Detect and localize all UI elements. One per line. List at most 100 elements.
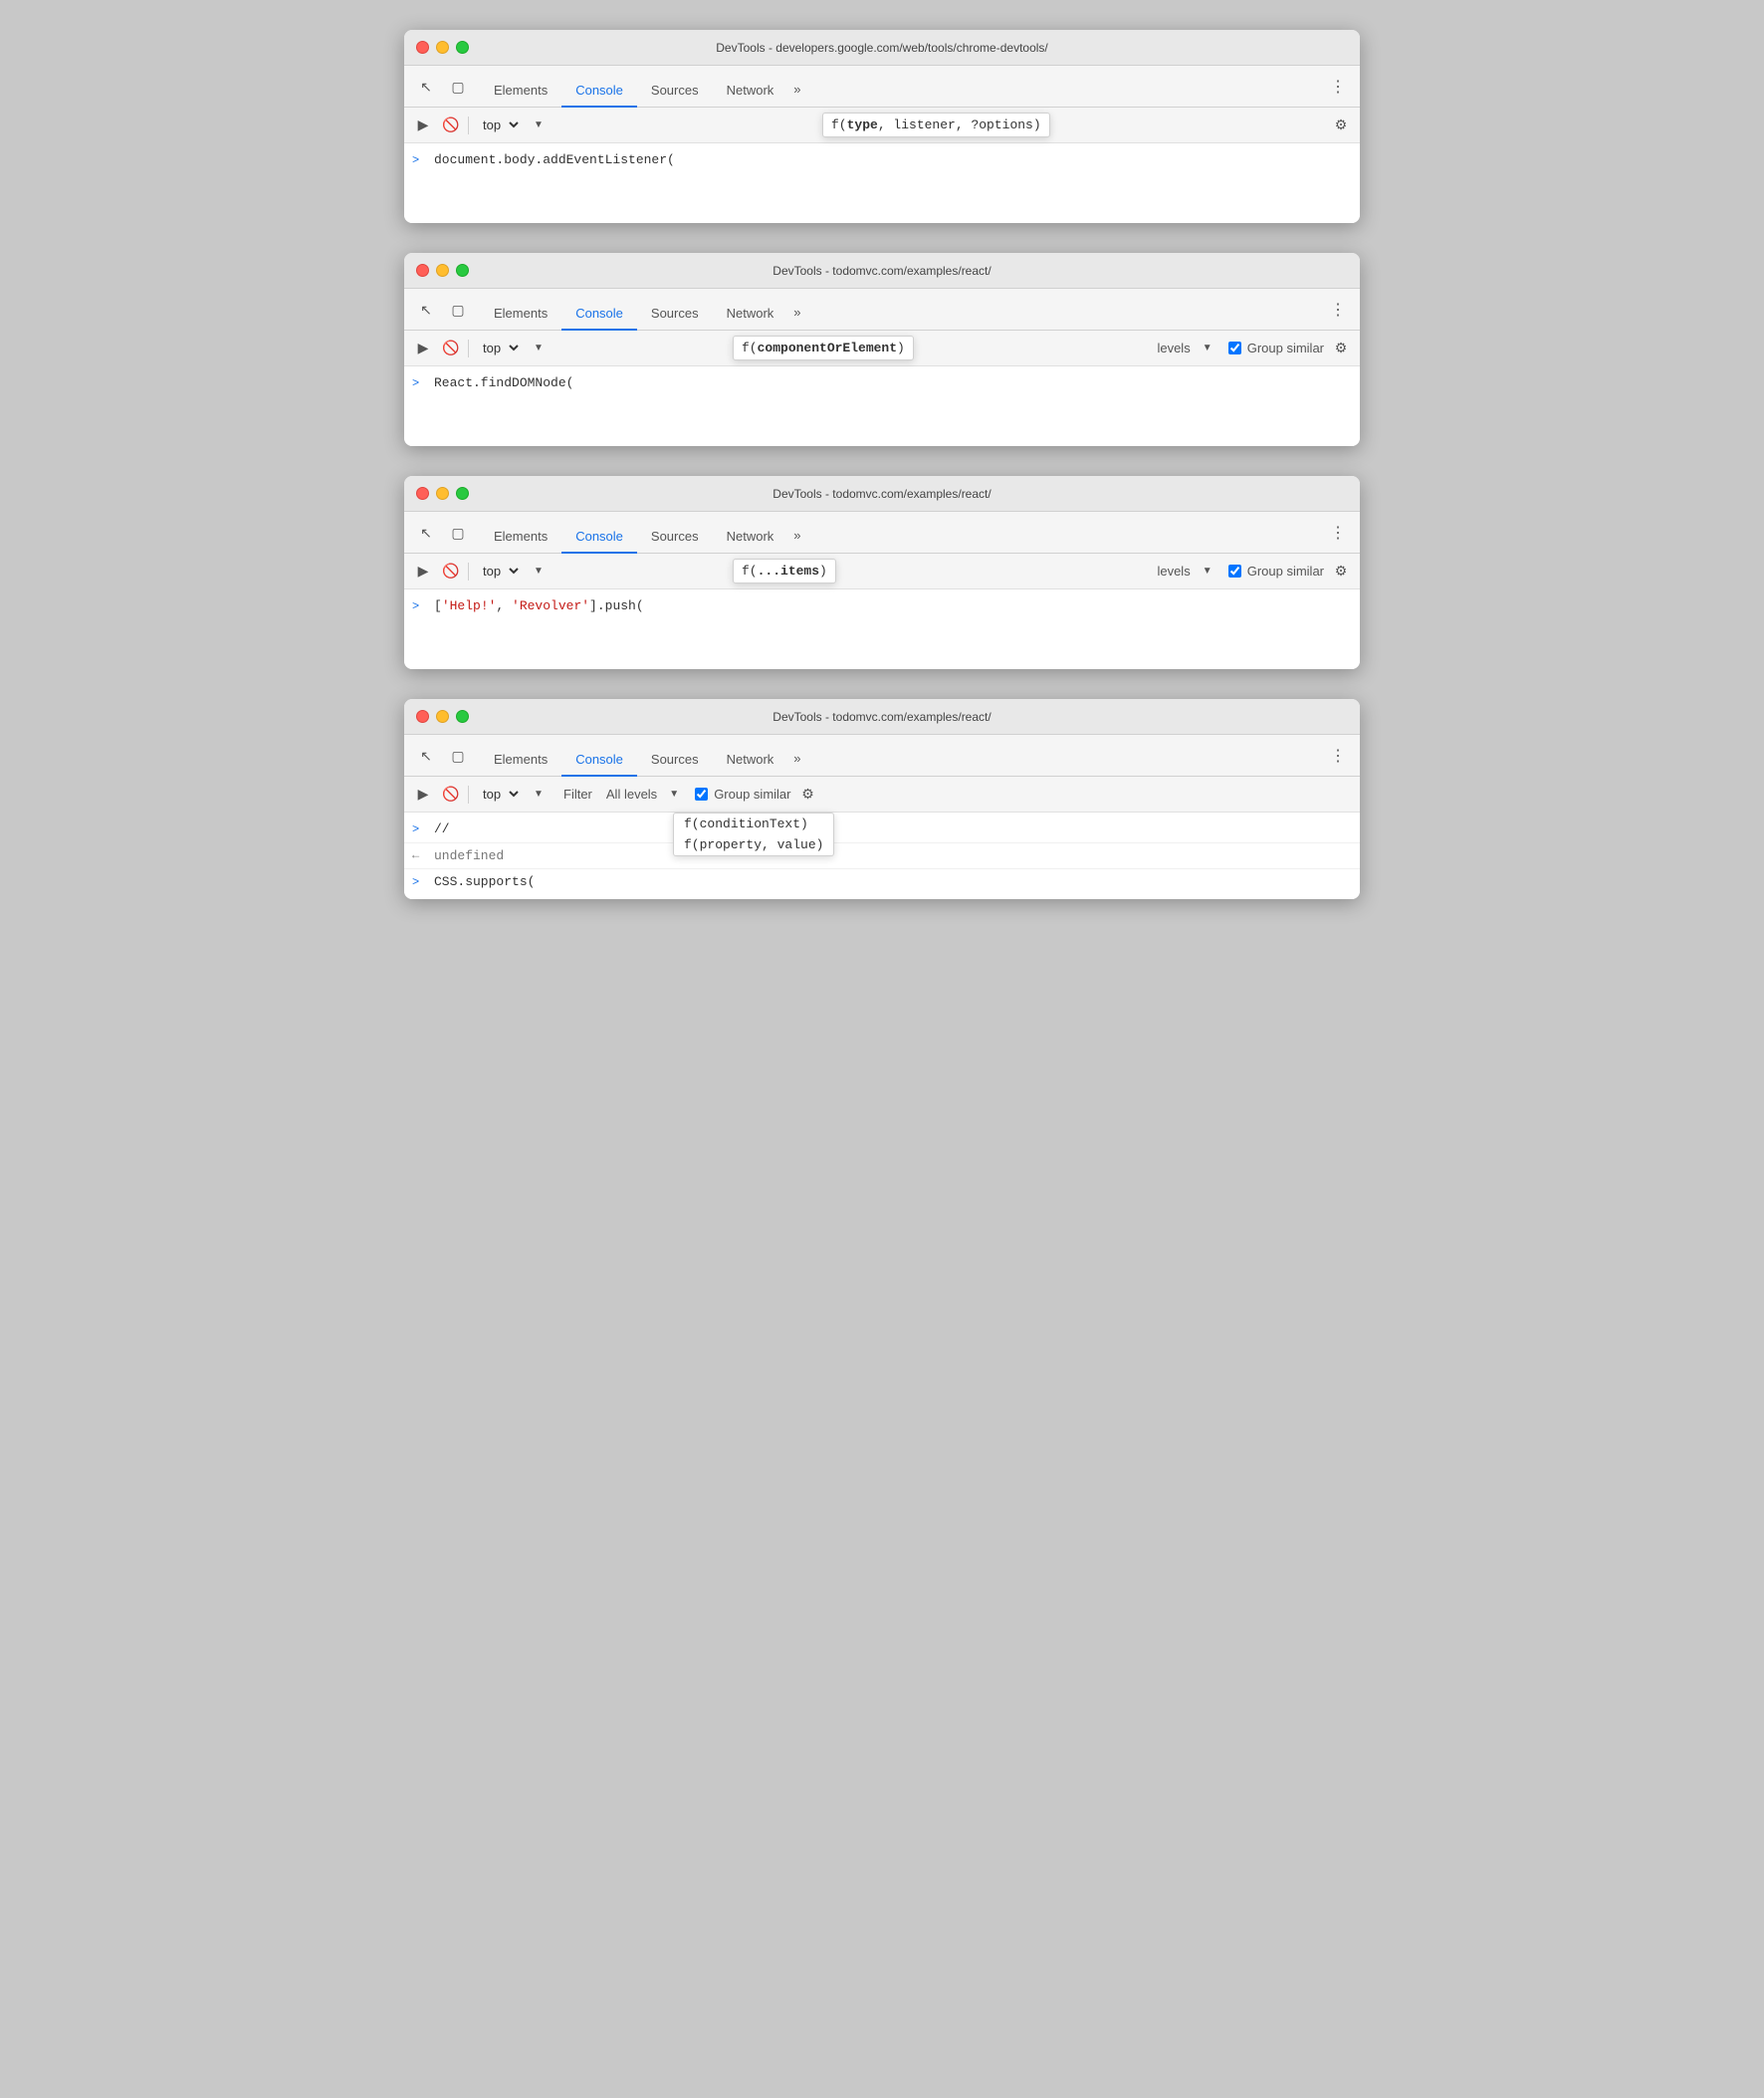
tab-console-4[interactable]: Console xyxy=(561,744,637,777)
console-content-2: > React.findDOMNode( xyxy=(404,366,1360,446)
dropdown-icon-2[interactable]: ▼ xyxy=(528,338,550,359)
divider-2 xyxy=(468,340,469,357)
tab-console-3[interactable]: Console xyxy=(561,521,637,554)
cursor-icon[interactable]: ↖ xyxy=(412,73,440,101)
menu-button-3[interactable]: ⋮ xyxy=(1324,519,1352,547)
cursor-icon-4[interactable]: ↖ xyxy=(412,742,440,770)
console-content-3: > ['Help!', 'Revolver'].push( xyxy=(404,589,1360,669)
console-code-3-1[interactable]: ['Help!', 'Revolver'].push( xyxy=(434,596,644,616)
tab-elements-3[interactable]: Elements xyxy=(480,521,561,554)
console-prompt-4-3: > xyxy=(412,873,426,891)
context-select-3[interactable]: top xyxy=(475,561,522,582)
minimize-button-4[interactable] xyxy=(436,710,449,723)
context-select-2[interactable]: top xyxy=(475,338,522,358)
tab-bar-2: ↖ ▢ Elements Console Sources Network » ⋮ xyxy=(404,289,1360,331)
cursor-icon-2[interactable]: ↖ xyxy=(412,296,440,324)
settings-icon-4[interactable]: ⚙ xyxy=(796,784,818,806)
block-icon-3[interactable]: 🚫 xyxy=(440,561,462,583)
tab-more-1[interactable]: » xyxy=(787,74,806,107)
tab-bar-3: ↖ ▢ Elements Console Sources Network » ⋮ xyxy=(404,512,1360,554)
tab-sources-2[interactable]: Sources xyxy=(637,298,713,331)
autocomplete-bold-1: type xyxy=(847,117,878,132)
console-code-4-3[interactable]: CSS.supports( xyxy=(434,872,535,892)
tab-console-2[interactable]: Console xyxy=(561,298,637,331)
tab-network-3[interactable]: Network xyxy=(713,521,788,554)
maximize-button-2[interactable] xyxy=(456,264,469,277)
tab-network-2[interactable]: Network xyxy=(713,298,788,331)
group-similar-checkbox-4[interactable] xyxy=(695,788,708,801)
console-prompt-4-2: ← xyxy=(412,846,426,864)
tab-more-2[interactable]: » xyxy=(787,297,806,330)
run-icon-2[interactable]: ▶ xyxy=(412,338,434,359)
console-prompt-1-1: > xyxy=(412,151,426,169)
tab-elements-4[interactable]: Elements xyxy=(480,744,561,777)
context-select-4[interactable]: top xyxy=(475,784,522,805)
tab-network-1[interactable]: Network xyxy=(713,75,788,108)
menu-button-2[interactable]: ⋮ xyxy=(1324,296,1352,324)
run-icon-3[interactable]: ▶ xyxy=(412,561,434,583)
traffic-lights-2 xyxy=(416,264,469,277)
settings-icon-3[interactable]: ⚙ xyxy=(1330,561,1352,583)
tab-sources-1[interactable]: Sources xyxy=(637,75,713,108)
minimize-button-3[interactable] xyxy=(436,487,449,500)
run-icon-4[interactable]: ▶ xyxy=(412,784,434,806)
tab-network-4[interactable]: Network xyxy=(713,744,788,777)
console-line-3-1: > ['Help!', 'Revolver'].push( xyxy=(404,593,1360,619)
toolbar-1: ▶ 🚫 top ▼ f(type, listener, ?options) ⚙ xyxy=(404,108,1360,143)
tab-more-4[interactable]: » xyxy=(787,743,806,776)
device-icon-2[interactable]: ▢ xyxy=(444,296,472,324)
close-button-4[interactable] xyxy=(416,710,429,723)
title-bar-1: DevTools - developers.google.com/web/too… xyxy=(404,30,1360,66)
device-icon-3[interactable]: ▢ xyxy=(444,519,472,547)
tab-console-1[interactable]: Console xyxy=(561,75,637,108)
run-icon[interactable]: ▶ xyxy=(412,115,434,136)
group-similar-label-2: Group similar xyxy=(1247,341,1324,355)
console-code-4-1[interactable]: // xyxy=(434,819,450,839)
toolbar-3: ▶ 🚫 top ▼ f(...items) levels ▼ Group sim… xyxy=(404,554,1360,589)
console-code-1-1[interactable]: document.body.addEventListener( xyxy=(434,150,675,170)
console-code-2-1[interactable]: React.findDOMNode( xyxy=(434,373,573,393)
menu-button-1[interactable]: ⋮ xyxy=(1324,73,1352,101)
settings-icon-2[interactable]: ⚙ xyxy=(1330,338,1352,359)
window-title-3: DevTools - todomvc.com/examples/react/ xyxy=(772,487,991,501)
toolbar-2: ▶ 🚫 top ▼ f(componentOrElement) levels ▼… xyxy=(404,331,1360,366)
block-icon[interactable]: 🚫 xyxy=(440,115,462,136)
maximize-button[interactable] xyxy=(456,41,469,54)
dropdown-icon-4[interactable]: ▼ xyxy=(528,784,550,806)
maximize-button-4[interactable] xyxy=(456,710,469,723)
settings-icon-1[interactable]: ⚙ xyxy=(1330,115,1352,136)
close-button-3[interactable] xyxy=(416,487,429,500)
dropdown-icon[interactable]: ▼ xyxy=(528,115,550,136)
window-title-4: DevTools - todomvc.com/examples/react/ xyxy=(772,710,991,724)
close-button[interactable] xyxy=(416,41,429,54)
group-similar-checkbox-3[interactable] xyxy=(1228,565,1241,578)
minimize-button-2[interactable] xyxy=(436,264,449,277)
block-icon-2[interactable]: 🚫 xyxy=(440,338,462,359)
minimize-button[interactable] xyxy=(436,41,449,54)
tab-sources-4[interactable]: Sources xyxy=(637,744,713,777)
menu-button-4[interactable]: ⋮ xyxy=(1324,742,1352,770)
block-icon-4[interactable]: 🚫 xyxy=(440,784,462,806)
close-button-2[interactable] xyxy=(416,264,429,277)
autocomplete-row-4-1[interactable]: f(conditionText) xyxy=(674,814,833,834)
tab-more-3[interactable]: » xyxy=(787,520,806,553)
levels-dropdown-icon-4[interactable]: ▼ xyxy=(663,784,685,806)
devtools-window-1: DevTools - developers.google.com/web/too… xyxy=(404,30,1360,223)
filter-label-4: Filter xyxy=(563,787,592,802)
device-icon-4[interactable]: ▢ xyxy=(444,742,472,770)
cursor-icon-3[interactable]: ↖ xyxy=(412,519,440,547)
device-icon[interactable]: ▢ xyxy=(444,73,472,101)
levels-dropdown-icon-2[interactable]: ▼ xyxy=(1197,338,1218,359)
context-select-1[interactable]: top xyxy=(475,115,522,135)
levels-dropdown-icon-3[interactable]: ▼ xyxy=(1197,561,1218,583)
tab-elements-2[interactable]: Elements xyxy=(480,298,561,331)
group-similar-checkbox-2[interactable] xyxy=(1228,342,1241,354)
maximize-button-3[interactable] xyxy=(456,487,469,500)
tab-sources-3[interactable]: Sources xyxy=(637,521,713,554)
traffic-lights-4 xyxy=(416,710,469,723)
divider-4 xyxy=(468,786,469,804)
devtools-window-4: DevTools - todomvc.com/examples/react/ ↖… xyxy=(404,699,1360,899)
autocomplete-row-4-2[interactable]: f(property, value) xyxy=(674,834,833,855)
dropdown-icon-3[interactable]: ▼ xyxy=(528,561,550,583)
tab-elements-1[interactable]: Elements xyxy=(480,75,561,108)
